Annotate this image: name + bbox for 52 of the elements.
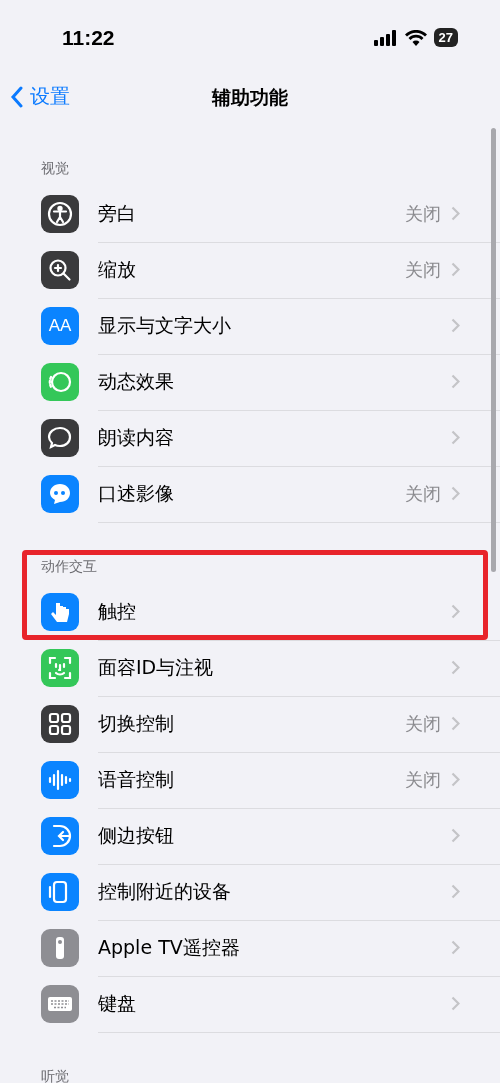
chevron-icon [451, 828, 460, 843]
row-label: 切换控制 [98, 710, 175, 736]
row-label: 口述影像 [98, 480, 175, 506]
settings-row[interactable]: Apple TV遥控器 [0, 920, 500, 976]
row-label: 语音控制 [98, 766, 175, 792]
row-label: 旁白 [98, 200, 137, 226]
chevron-icon [451, 430, 460, 445]
settings-row[interactable]: 控制附近的设备 [0, 864, 500, 920]
section-header: 动作交互 [41, 558, 97, 576]
chevron-icon [451, 262, 460, 277]
settings-row[interactable]: 语音控制 关闭 [0, 752, 500, 808]
chevron-icon [451, 940, 460, 955]
status-time: 11:22 [62, 25, 115, 50]
row-label: Apple TV遥控器 [98, 934, 241, 960]
chevron-icon [451, 660, 460, 675]
row-value: 关闭 [405, 767, 441, 792]
signal-icon [373, 29, 398, 46]
row-label: 侧边按钮 [98, 822, 175, 848]
chevron-icon [451, 374, 460, 389]
section-header: 听觉 [41, 1068, 69, 1083]
chevron-icon [451, 486, 460, 501]
chevron-icon [451, 716, 460, 731]
row-label: 朗读内容 [98, 424, 175, 450]
settings-row[interactable]: 面容ID与注视 [0, 640, 500, 696]
row-value: 关闭 [405, 481, 441, 506]
row-label: 键盘 [98, 990, 137, 1016]
chevron-icon [451, 772, 460, 787]
section-header: 视觉 [41, 160, 69, 178]
settings-row[interactable]: 触控 [0, 584, 500, 640]
settings-row[interactable]: 侧边按钮 [0, 808, 500, 864]
chevron-icon [451, 996, 460, 1011]
row-label: 触控 [98, 598, 137, 624]
row-value: 关闭 [405, 257, 441, 282]
row-value: 关闭 [405, 201, 441, 226]
back-chevron-icon [10, 85, 24, 108]
page-title: 辅助功能 [212, 84, 288, 110]
chevron-icon [451, 206, 460, 221]
settings-row[interactable]: 键盘 [0, 976, 500, 1032]
chevron-icon [451, 604, 460, 619]
settings-row[interactable]: 切换控制 关闭 [0, 696, 500, 752]
back-button[interactable]: 设置 [10, 83, 70, 110]
wifi-icon [404, 29, 427, 46]
chevron-icon [451, 318, 460, 333]
row-label: 控制附近的设备 [98, 878, 232, 904]
row-label: 缩放 [98, 256, 137, 282]
text-size-icon: AA [41, 307, 79, 345]
row-value: 关闭 [405, 711, 441, 736]
battery-level: 27 [433, 28, 458, 47]
chevron-icon [451, 884, 460, 899]
row-label: 动态效果 [98, 368, 175, 394]
row-label: 显示与文字大小 [98, 312, 232, 338]
row-label: 面容ID与注视 [98, 654, 215, 680]
